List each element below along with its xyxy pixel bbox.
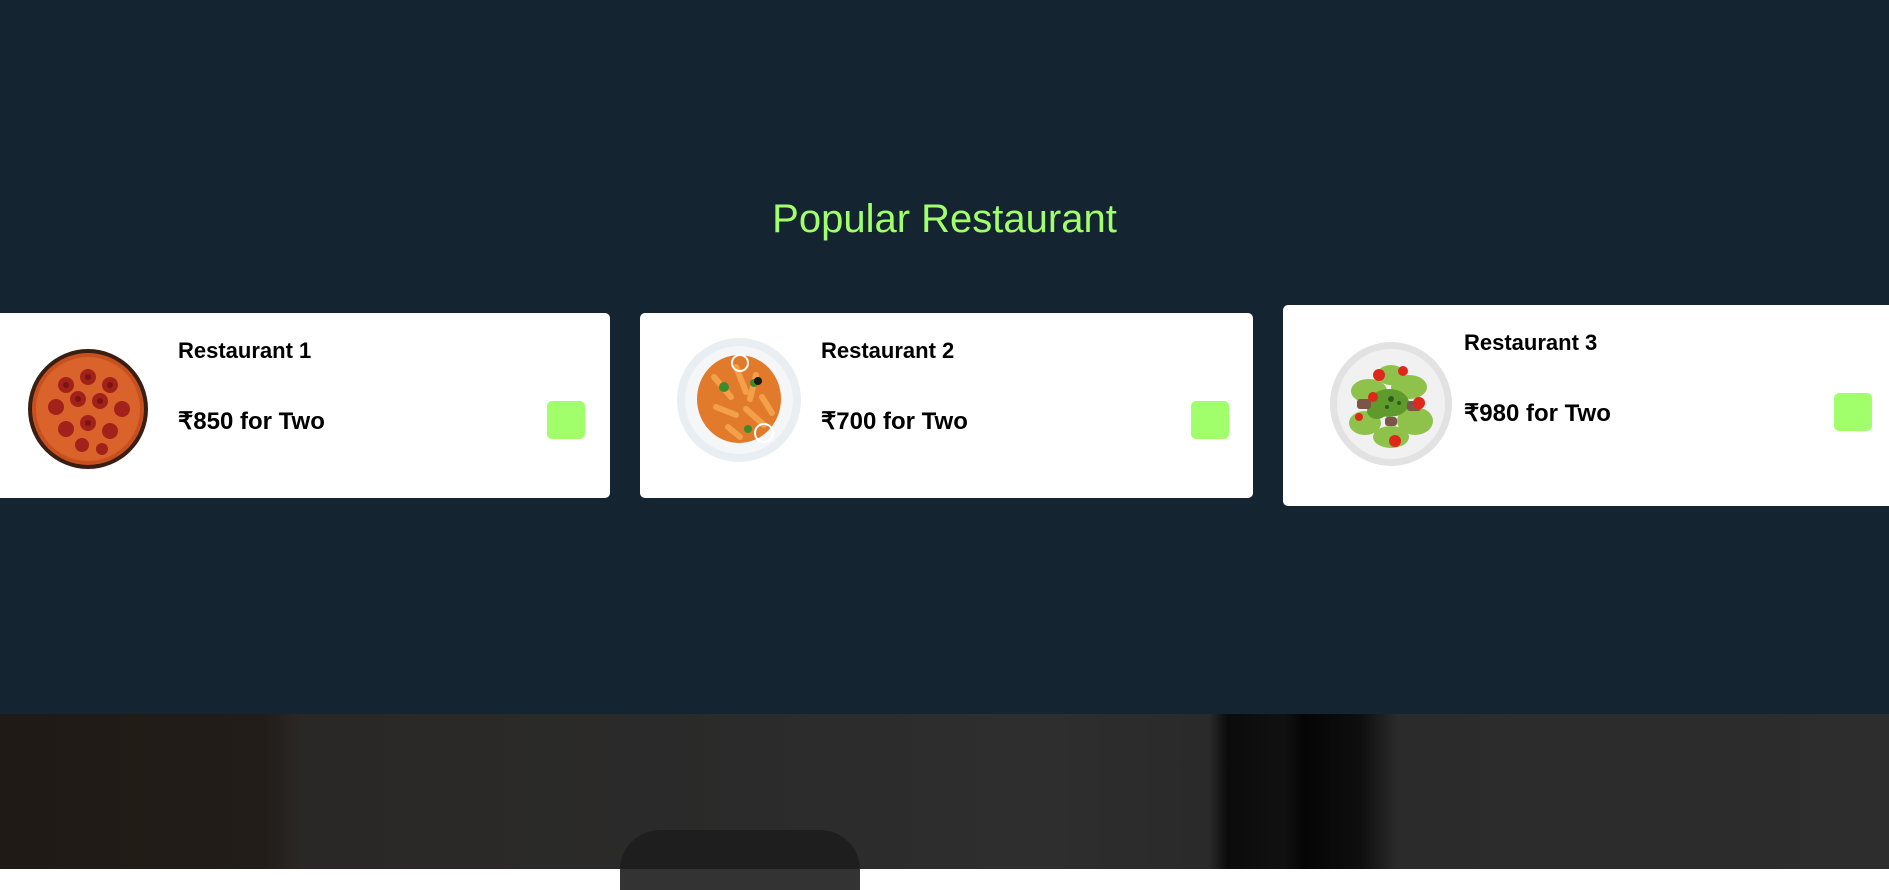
section-title: Popular Restaurant bbox=[772, 197, 1117, 241]
restaurant-price: ₹700 for Two bbox=[821, 408, 968, 435]
restaurant-name: Restaurant 2 bbox=[821, 338, 955, 363]
pizza-icon bbox=[26, 347, 150, 471]
popular-restaurant-section: Popular Restaurant Restaurant 1 ₹850 for… bbox=[0, 0, 1889, 714]
salad-icon bbox=[1329, 341, 1453, 467]
restaurant-card[interactable]: Restaurant 2 ₹700 for Two bbox=[640, 313, 1253, 498]
view-restaurant-button[interactable] bbox=[1191, 401, 1229, 439]
pasta-icon bbox=[676, 337, 802, 463]
restaurant-card[interactable]: Restaurant 1 ₹850 for Two bbox=[0, 313, 610, 498]
restaurant-price: ₹850 for Two bbox=[178, 408, 325, 435]
view-restaurant-button[interactable] bbox=[547, 401, 585, 439]
restaurant-name: Restaurant 1 bbox=[178, 338, 312, 363]
view-restaurant-button[interactable] bbox=[1834, 393, 1872, 431]
restaurant-card[interactable]: Restaurant 3 ₹980 for Two bbox=[1283, 305, 1889, 506]
background-image-detail bbox=[620, 830, 860, 890]
restaurant-name: Restaurant 3 bbox=[1464, 330, 1598, 355]
background-image bbox=[0, 714, 1889, 869]
restaurant-price: ₹980 for Two bbox=[1464, 400, 1611, 427]
